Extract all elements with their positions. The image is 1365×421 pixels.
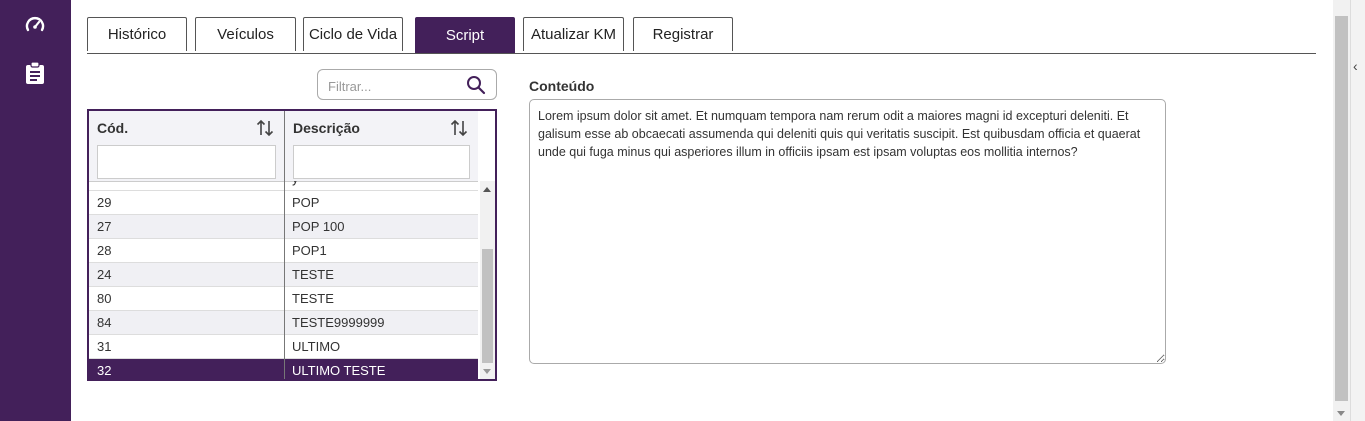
- codigo-filter-input[interactable]: [97, 145, 279, 180]
- content-textarea[interactable]: Lorem ipsum dolor sit amet. Et numquam t…: [529, 99, 1166, 364]
- scroll-up-arrow-icon[interactable]: [483, 187, 491, 192]
- grid-scrollbar[interactable]: [480, 181, 495, 379]
- collapse-panel-strip[interactable]: ‹: [1350, 0, 1365, 421]
- descricao-filter-input[interactable]: [293, 145, 473, 180]
- content-label: Conteúdo: [529, 78, 595, 94]
- cell-description: POP1: [292, 243, 327, 258]
- scroll-down-arrow-icon[interactable]: [483, 369, 491, 374]
- tab-historico[interactable]: Histórico: [87, 17, 187, 51]
- grid-scrollbar-thumb[interactable]: [482, 249, 493, 363]
- cell-code: 80: [97, 291, 112, 306]
- page-scrollbar-thumb[interactable]: [1335, 16, 1348, 401]
- chevron-left-icon[interactable]: ‹: [1353, 58, 1358, 74]
- cell-code: 84: [97, 315, 112, 330]
- cell-description: y: [292, 181, 299, 186]
- clipboard-icon[interactable]: [22, 60, 48, 86]
- cell-description: ULTIMO TESTE: [292, 363, 386, 378]
- search-icon[interactable]: [466, 75, 486, 100]
- filter-input[interactable]: [326, 75, 460, 97]
- cell-description: POP: [292, 195, 320, 210]
- cell-code: 27: [97, 219, 112, 234]
- cell-description: TESTE: [292, 267, 334, 282]
- script-grid: Cód. Descrição y: [87, 109, 497, 381]
- cell-code: 29: [97, 195, 112, 210]
- cell-code: 28: [97, 243, 112, 258]
- sort-icon[interactable]: [450, 118, 468, 141]
- cell-description: ULTIMO: [292, 339, 341, 354]
- left-sidebar: [0, 0, 71, 421]
- tab-bar: Histórico Veículos Ciclo de Vida Script …: [87, 17, 1316, 54]
- cell-description: POP 100: [292, 219, 345, 234]
- scroll-down-arrow-icon[interactable]: [1337, 411, 1345, 416]
- tab-script[interactable]: Script: [415, 17, 515, 53]
- cell-code: 24: [97, 267, 112, 282]
- page-scrollbar[interactable]: [1333, 0, 1350, 421]
- tab-atualizar-km[interactable]: Atualizar KM: [523, 17, 624, 51]
- column-divider: [284, 111, 285, 379]
- cell-code: 32: [97, 363, 112, 378]
- cell-description: TESTE9999999: [292, 315, 385, 330]
- tab-registrar[interactable]: Registrar: [633, 17, 733, 51]
- cell-code: 31: [97, 339, 112, 354]
- sort-icon[interactable]: [256, 118, 274, 141]
- column-label: Descrição: [293, 120, 360, 136]
- column-label: Cód.: [97, 120, 129, 136]
- dashboard-gauge-icon[interactable]: [22, 12, 48, 38]
- column-header-codigo[interactable]: Cód.: [89, 111, 284, 145]
- tab-veiculos[interactable]: Veículos: [195, 17, 296, 51]
- filter-box: [317, 69, 497, 100]
- tab-ciclo-de-vida[interactable]: Ciclo de Vida: [303, 17, 403, 51]
- column-header-descricao[interactable]: Descrição: [285, 111, 478, 145]
- cell-description: TESTE: [292, 291, 334, 306]
